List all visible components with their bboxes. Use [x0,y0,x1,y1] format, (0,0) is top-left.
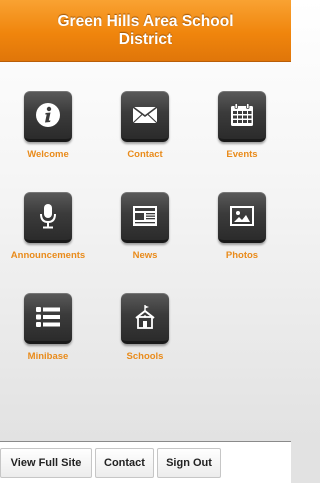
newspaper-icon [133,206,157,226]
microphone-icon [40,204,56,229]
sign-out-button[interactable]: Sign Out [157,448,221,478]
tile-label: Events [226,149,258,160]
schools-icon-button[interactable] [121,293,169,344]
tile-photos[interactable]: Photos [194,192,290,272]
tile-welcome[interactable]: Welcome [0,91,96,171]
envelope-icon [132,106,158,124]
tile-contact[interactable]: Contact [97,91,193,171]
view-full-site-button[interactable]: View Full Site [0,448,92,478]
calendar-icon [231,103,253,126]
school-building-icon [135,305,155,329]
tile-label: Contact [127,149,163,160]
tile-label: Photos [225,250,259,261]
contact-icon-button[interactable] [121,91,169,142]
tile-label: News [132,250,158,261]
photos-icon-button[interactable] [218,192,266,243]
news-icon-button[interactable] [121,192,169,243]
tile-schools[interactable]: Schools [97,293,193,373]
minibase-icon-button[interactable] [24,293,72,344]
app-header: Green Hills Area School District [0,0,291,62]
announcements-icon-button[interactable] [24,192,72,243]
tile-label: Announcements [10,250,86,261]
tile-news[interactable]: News [97,192,193,272]
events-icon-button[interactable] [218,91,266,142]
page-title: Green Hills Area School District [57,12,234,48]
tile-announcements[interactable]: Announcements [0,192,96,272]
footer-toolbar: View Full Site Contact Sign Out [0,441,291,483]
tile-label: Minibase [27,351,69,362]
tile-events[interactable]: Events [194,91,290,171]
tile-minibase[interactable]: Minibase [0,293,96,373]
tile-label: Schools [126,351,164,362]
tile-label: Welcome [27,149,69,160]
welcome-icon-button[interactable] [24,91,72,142]
list-icon [36,307,60,327]
photo-icon [230,206,254,226]
contact-button[interactable]: Contact [95,448,154,478]
info-icon [36,103,60,127]
